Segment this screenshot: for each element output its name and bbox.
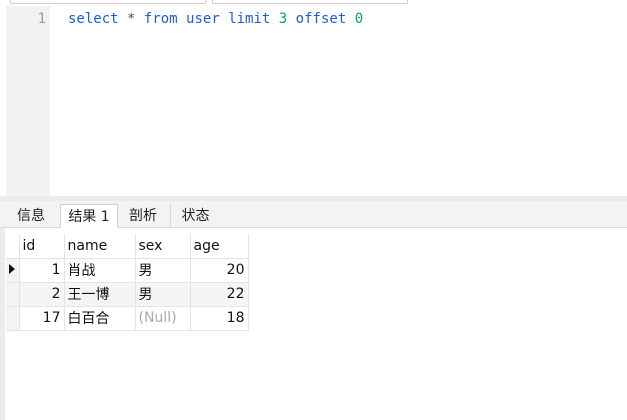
toolbar-dropdown-right[interactable]	[212, 0, 408, 4]
row-selector[interactable]	[6, 258, 20, 283]
cell-name[interactable]: 肖战	[64, 258, 136, 283]
cell-name[interactable]: 王一博	[64, 282, 136, 307]
cell-age[interactable]: 18	[190, 306, 249, 331]
asterisk: *	[127, 11, 136, 27]
cell-sex-null[interactable]: (Null)	[135, 306, 191, 331]
column-header-id[interactable]: id	[19, 234, 65, 259]
tab-info[interactable]: 信息	[8, 204, 54, 228]
keyword-select: select	[68, 11, 119, 27]
column-header-sex[interactable]: sex	[135, 234, 191, 259]
keyword-offset: offset	[295, 11, 347, 27]
sql-editor[interactable]: 1 select * from user limit 3 offset 0	[0, 6, 627, 196]
table-row[interactable]: 17 白百合 (Null) 18	[6, 306, 249, 331]
current-row-arrow-icon	[9, 264, 15, 274]
sql-query-line[interactable]: select * from user limit 3 offset 0	[68, 11, 363, 27]
tab-status[interactable]: 状态	[170, 204, 220, 228]
row-selector[interactable]	[6, 306, 20, 331]
header-row: id name sex age	[6, 234, 249, 259]
result-tab-bar: 信息 结果 1 剖析 状态	[0, 201, 627, 228]
limit-number: 3	[278, 11, 288, 27]
cell-sex[interactable]: 男	[135, 282, 191, 307]
cell-name[interactable]: 白百合	[64, 306, 136, 331]
column-header-age[interactable]: age	[190, 234, 249, 259]
cell-id[interactable]: 2	[19, 282, 65, 307]
offset-number: 0	[354, 11, 364, 27]
column-header-name[interactable]: name	[64, 234, 136, 259]
keyword-from: from	[143, 11, 178, 27]
cell-sex[interactable]: 男	[135, 258, 191, 283]
toolbar-dropdown-left[interactable]	[10, 0, 206, 4]
results-left-edge	[0, 228, 5, 420]
tab-profile[interactable]: 剖析	[118, 204, 168, 228]
row-selector[interactable]	[6, 282, 20, 307]
table-identifier: user	[186, 11, 220, 27]
row-selector-header	[6, 234, 20, 259]
result-grid: id name sex age 1 肖战 男 20 2 王一博 男 22 17 …	[6, 234, 249, 331]
cell-age[interactable]: 20	[190, 258, 249, 283]
cell-id[interactable]: 17	[19, 306, 65, 331]
cell-age[interactable]: 22	[190, 282, 249, 307]
tab-result-1[interactable]: 结果 1	[60, 204, 118, 228]
keyword-limit: limit	[228, 11, 271, 27]
results-panel: id name sex age 1 肖战 男 20 2 王一博 男 22 17 …	[0, 228, 627, 420]
cell-id[interactable]: 1	[19, 258, 65, 283]
line-number-gutter: 1	[6, 6, 50, 196]
line-number: 1	[37, 11, 46, 27]
table-row[interactable]: 1 肖战 男 20	[6, 258, 249, 283]
table-row[interactable]: 2 王一博 男 22	[6, 282, 249, 307]
